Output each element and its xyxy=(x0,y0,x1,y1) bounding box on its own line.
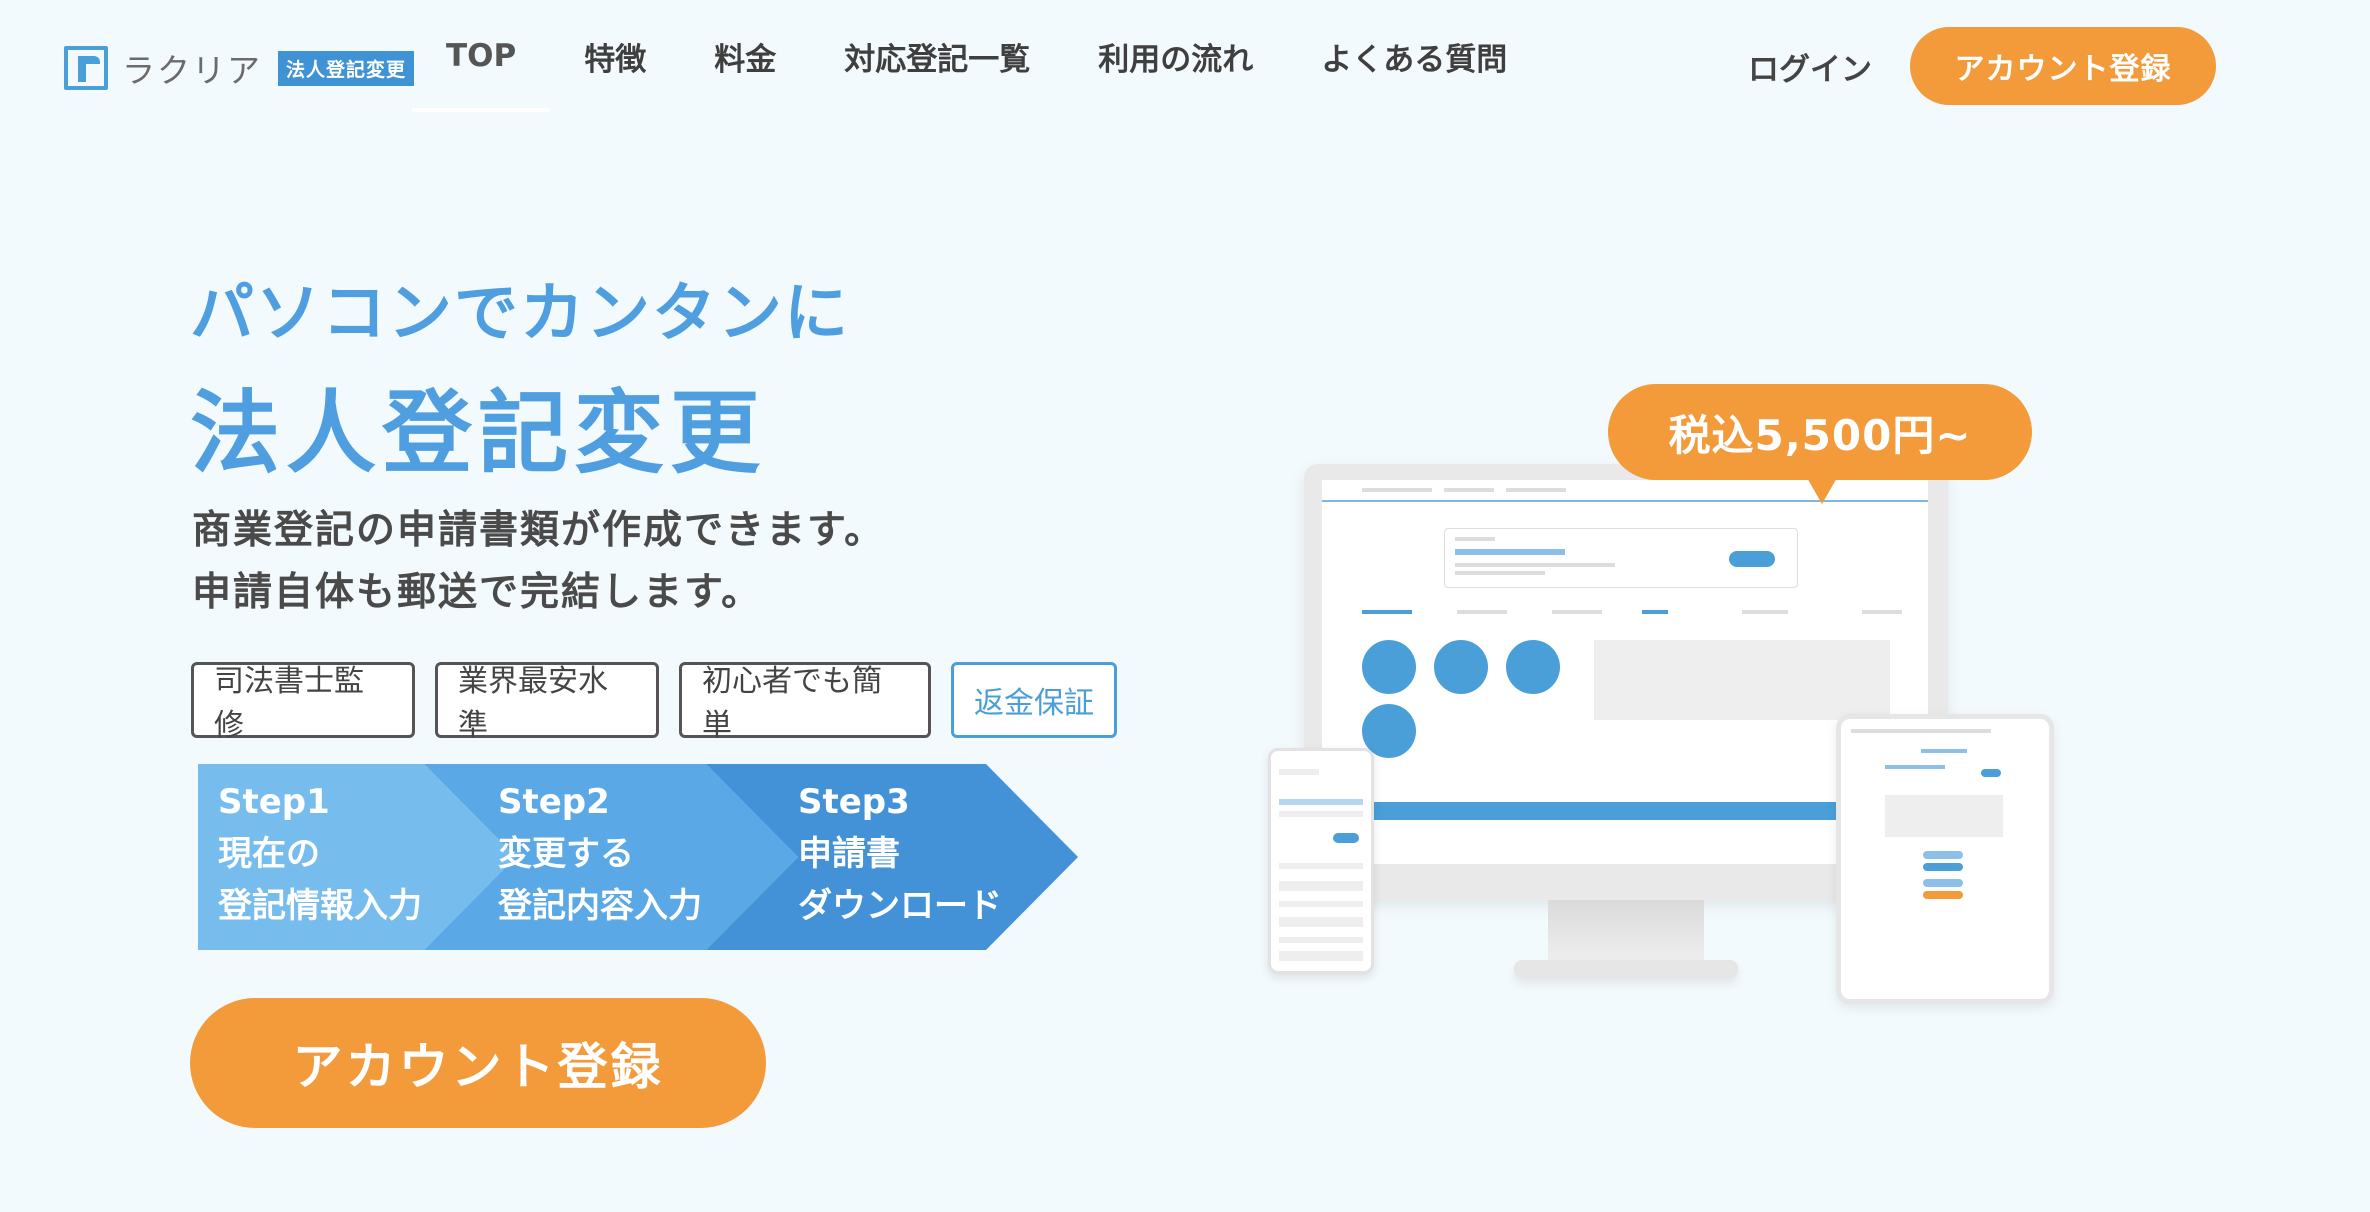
hero-title: 法人登記変更 xyxy=(190,381,766,486)
nav-item-faq[interactable]: よくある質問 xyxy=(1321,0,1507,112)
login-link[interactable]: ログイン xyxy=(1748,44,1872,89)
mockup-tabs-left xyxy=(1362,610,1602,614)
monitor-stand-base xyxy=(1514,960,1738,978)
step-3-line1: 申請書 xyxy=(798,834,900,874)
header-signup-button[interactable]: アカウント登録 xyxy=(1910,27,2216,105)
steps-band: Step1 現在の 登記情報入力 Step2 変更する 登記内容入力 Step3… xyxy=(198,764,1078,950)
mockup-circle-2 xyxy=(1434,640,1488,694)
phone-mockup xyxy=(1268,748,1374,974)
tag-lowest-price: 業界最安水準 xyxy=(435,662,659,743)
mockup-company-card xyxy=(1444,528,1798,588)
mockup-card-button xyxy=(1729,551,1775,567)
nav-item-pricing[interactable]: 料金 xyxy=(714,0,776,112)
step-1-line2: 登記情報入力 xyxy=(218,886,422,926)
tag-supervised: 司法書士監修 xyxy=(191,662,415,743)
logo-badge: 法人登記変更 xyxy=(278,50,415,86)
mockup-empty-panel xyxy=(1594,640,1890,720)
phone-mockup-button xyxy=(1333,833,1359,843)
step-2-label: Step2 xyxy=(498,782,610,822)
hero-desc-line2: 申請自体も郵送で完結します。 xyxy=(192,570,763,615)
step-3-line2: ダウンロード xyxy=(798,886,1002,926)
logo-text: ラクリア xyxy=(122,51,262,90)
main-nav: TOP 特徴 料金 対応登記一覧 利用の流れ よくある質問 xyxy=(412,0,1575,112)
step-2-line1: 変更する xyxy=(498,834,634,874)
mockup-circle-1 xyxy=(1362,640,1416,694)
nav-item-top[interactable]: TOP xyxy=(412,0,551,112)
nav-item-registrations[interactable]: 対応登記一覧 xyxy=(844,0,1030,112)
step-1: Step1 現在の 登記情報入力 xyxy=(218,776,422,932)
site-header: ラクリア 法人登記変更 TOP 特徴 料金 対応登記一覧 利用の流れ よくある質… xyxy=(0,0,2370,130)
hero-signup-button[interactable]: アカウント登録 xyxy=(190,998,766,1128)
tablet-gray-panel xyxy=(1885,795,2003,837)
hero-subtitle: パソコンでカンタンに xyxy=(190,277,850,351)
tag-refund: 返金保証 xyxy=(951,662,1117,738)
logo-mark-icon xyxy=(64,46,108,90)
mockup-circle-3 xyxy=(1506,640,1560,694)
tablet-mockup xyxy=(1836,714,2054,1004)
step-3: Step3 申請書 ダウンロード xyxy=(798,776,1002,932)
hero-description: 商業登記の申請書類が作成できます。 申請自体も郵送で完結します。 xyxy=(192,500,885,624)
feature-tags: 司法書士監修 業界最安水準 初心者でも簡単 返金保証 xyxy=(191,662,1137,743)
monitor-stand-neck xyxy=(1548,900,1704,966)
step-2: Step2 変更する 登記内容入力 xyxy=(498,776,702,932)
step-2-line2: 登記内容入力 xyxy=(498,886,702,926)
tag-easy: 初心者でも簡単 xyxy=(679,662,931,743)
logo[interactable]: ラクリア 法人登記変更 xyxy=(64,44,415,92)
nav-item-flow[interactable]: 利用の流れ xyxy=(1098,0,1253,112)
step-1-label: Step1 xyxy=(218,782,330,822)
step-1-line1: 現在の xyxy=(218,834,320,874)
price-bubble-tail xyxy=(1806,476,1838,504)
nav-item-features[interactable]: 特徴 xyxy=(584,0,646,112)
mockup-tabs-right xyxy=(1642,610,1902,614)
hero-desc-line1: 商業登記の申請書類が作成できます。 xyxy=(192,508,886,553)
price-bubble: 税込5,500円~ xyxy=(1608,384,2032,480)
step-3-label: Step3 xyxy=(798,782,910,822)
